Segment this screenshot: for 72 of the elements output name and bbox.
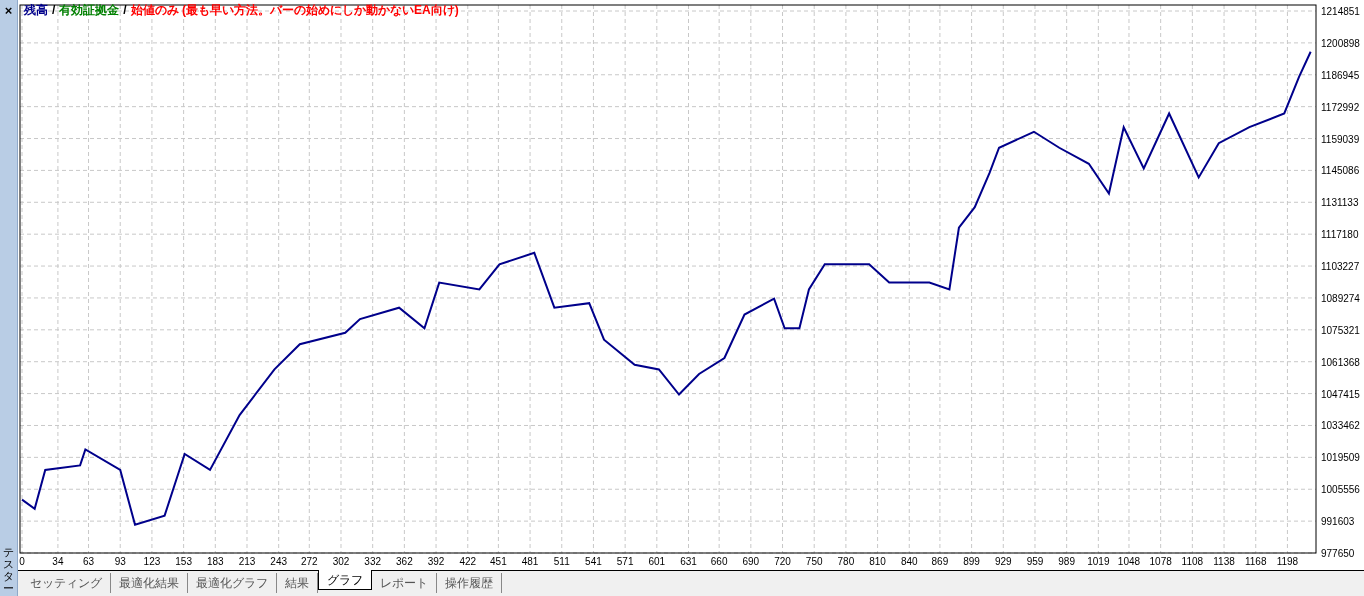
panel-title: テスター: [3, 545, 14, 594]
y-tick-label: 1186945: [1321, 69, 1360, 81]
x-tick-label: 481: [521, 556, 539, 567]
y-tick-label: 1061368: [1321, 356, 1360, 368]
x-tick-label: 1078: [1149, 556, 1172, 567]
tab[interactable]: レポート: [372, 573, 437, 593]
x-tick-label: 511: [553, 556, 570, 567]
y-tick-label: 1145086: [1321, 165, 1360, 177]
x-tick-label: 690: [742, 556, 760, 567]
x-tick-label: 750: [805, 556, 823, 567]
x-tick-label: 0: [19, 556, 25, 567]
x-tick-label: 899: [963, 556, 980, 567]
close-icon[interactable]: ×: [4, 4, 13, 17]
y-tick-label: 1005556: [1321, 484, 1360, 496]
x-tick-label: 541: [585, 556, 602, 567]
x-tick-label: 989: [1058, 556, 1075, 567]
tab[interactable]: 最適化結果: [111, 573, 188, 593]
y-tick-label: 1159039: [1321, 133, 1360, 145]
x-tick-label: 34: [52, 556, 64, 567]
x-tick-label: 959: [1026, 556, 1044, 567]
x-tick-label: 1019: [1087, 556, 1110, 567]
y-tick-label: 1117180: [1321, 229, 1359, 241]
x-tick-label: 213: [238, 556, 256, 567]
y-tick-label: 1075321: [1321, 324, 1360, 336]
x-tick-label: 422: [459, 556, 477, 567]
y-tick-label: 1131133: [1321, 197, 1359, 209]
y-tick-label: 1214851: [1321, 6, 1360, 17]
x-tick-label: 660: [710, 556, 728, 567]
y-tick-label: 1089274: [1321, 292, 1360, 304]
x-tick-label: 63: [83, 556, 95, 567]
y-tick-label: 1172992: [1321, 101, 1360, 113]
x-tick-label: 1138: [1213, 556, 1235, 567]
x-tick-label: 1048: [1117, 556, 1141, 567]
x-tick-label: 183: [206, 556, 224, 567]
x-tick-label: 302: [332, 556, 350, 567]
x-tick-label: 362: [396, 556, 413, 567]
legend-label: 始値のみ (最も早い方法。バーの始めにしか動かないEA向け): [130, 4, 459, 16]
x-tick-label: 332: [364, 556, 382, 567]
y-tick-label: 1047415: [1321, 388, 1360, 400]
x-tick-label: 451: [490, 556, 507, 567]
y-tick-label: 991603: [1321, 516, 1355, 528]
y-tick-label: 1103227: [1321, 261, 1360, 273]
x-tick-label: 840: [900, 556, 918, 567]
x-tick-label: 272: [300, 556, 318, 567]
x-tick-label: 869: [931, 556, 949, 567]
x-tick-label: 243: [270, 556, 287, 567]
x-tick-label: 601: [648, 556, 666, 567]
x-tick-label: 123: [143, 556, 161, 567]
x-tick-label: 571: [616, 556, 634, 567]
y-tick-label: 1033462: [1321, 420, 1360, 432]
tab[interactable]: 最適化グラフ: [188, 573, 277, 593]
legend-separator: /: [51, 4, 57, 16]
tab[interactable]: セッティング: [22, 573, 111, 593]
tab[interactable]: 操作履歴: [437, 573, 502, 593]
legend-separator: /: [122, 4, 128, 16]
legend-label: 有効証拠金: [59, 4, 120, 16]
legend-label: 残高: [24, 4, 48, 16]
x-tick-label: 929: [994, 556, 1012, 567]
x-tick-label: 392: [427, 556, 445, 567]
y-tick-label: 977650: [1321, 548, 1355, 559]
x-tick-label: 153: [175, 556, 192, 567]
x-tick-label: 720: [774, 556, 791, 567]
y-tick-label: 1200898: [1321, 37, 1360, 49]
x-tick-label: 780: [837, 556, 855, 567]
tab[interactable]: グラフ: [318, 570, 372, 590]
x-tick-label: 631: [680, 556, 697, 567]
x-tick-label: 1198: [1276, 556, 1299, 567]
x-tick-label: 810: [869, 556, 886, 567]
y-tick-label: 1019509: [1321, 452, 1360, 464]
x-tick-label: 1168: [1245, 556, 1267, 567]
x-tick-label: 93: [114, 556, 126, 567]
x-tick-label: 1108: [1181, 556, 1204, 567]
